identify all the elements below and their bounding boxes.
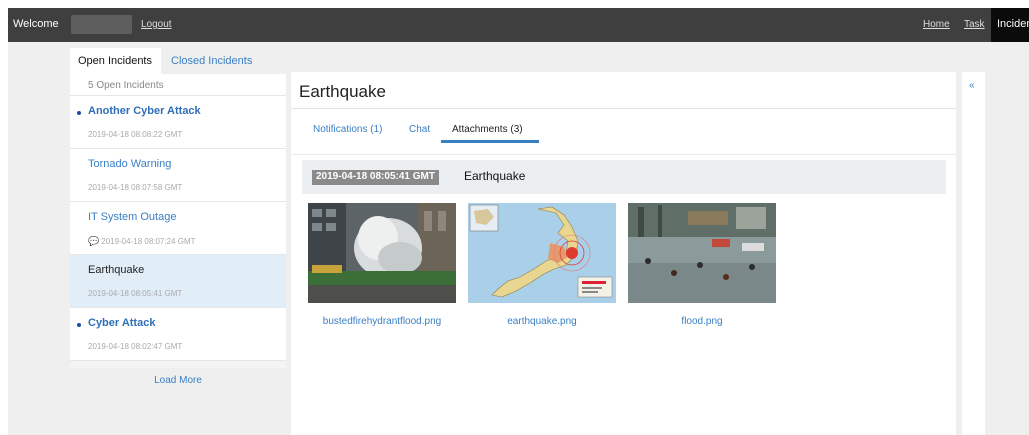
incident-timestamp: 2019-04-18 08:07:24 GMT [101,237,196,246]
incident-list-item[interactable]: Cyber Attack 2019-04-18 08:02:47 GMT [70,308,286,361]
tab-chat[interactable]: Chat [409,124,430,135]
incident-list-item[interactable]: Another Cyber Attack 2019-04-18 08:08:22… [70,96,286,149]
app-frame: Welcome Logout Home Task Incidents Open … [8,8,1029,435]
tab-closed-incidents[interactable]: Closed Incidents [163,48,260,74]
welcome-label: Welcome [13,18,59,30]
japan-map-image [468,203,616,303]
divider [291,108,956,109]
hydrant-flood-image [308,203,456,303]
incident-list-item[interactable]: Tornado Warning 2019-04-18 08:07:58 GMT [70,149,286,202]
chat-bubble-icon: 💬 [88,236,100,246]
logout-link[interactable]: Logout [141,19,172,30]
incident-list-item[interactable]: IT System Outage 💬 2019-04-18 08:07:24 GM… [70,202,286,255]
attachment-thumbnail-flood[interactable] [628,203,776,303]
incident-list-item-selected[interactable]: Earthquake 2019-04-18 08:05:41 GMT [70,255,286,308]
attachment-timestamp-badge: 2019-04-18 08:05:41 GMT [312,170,439,185]
incident-title: Another Cyber Attack [88,105,201,117]
load-more-link[interactable]: Load More [70,375,286,386]
attachment-link-earthquake[interactable]: earthquake.png [462,316,622,327]
right-side-panel: « [962,72,985,435]
incident-detail-panel: Earthquake Notifications (1) Chat Attach… [291,72,956,435]
attachment-group-header: 2019-04-18 08:05:41 GMT Earthquake [302,160,946,194]
user-name-box [71,15,132,34]
flood-street-image [628,203,776,303]
nav-task-link[interactable]: Task [964,19,985,30]
incident-title: Tornado Warning [88,158,172,170]
unread-dot-icon [77,111,81,115]
incident-timestamp: 2019-04-18 08:05:41 GMT [88,289,183,298]
attachment-link-hydrant[interactable]: bustedfirehydrantflood.png [302,316,462,327]
expand-panel-chevron-icon[interactable]: « [969,80,975,91]
nav-incidents-tab[interactable]: Incidents [991,8,1029,42]
incident-timestamp-row: 💬 2019-04-18 08:07:24 GMT [88,236,196,247]
attachment-group-title: Earthquake [464,169,526,183]
attachment-thumbnail-earthquake[interactable] [468,203,616,303]
incident-title: Cyber Attack [88,317,156,329]
incident-title: IT System Outage [88,211,177,223]
top-navigation-bar: Welcome Logout Home Task Incidents [8,8,1029,42]
tab-notifications[interactable]: Notifications (1) [313,124,382,135]
incident-timestamp: 2019-04-18 08:02:47 GMT [88,342,183,351]
incident-timestamp: 2019-04-18 08:08:22 GMT [88,130,183,139]
active-tab-indicator [441,140,539,143]
attachment-link-flood[interactable]: flood.png [622,316,782,327]
open-incidents-count: 5 Open Incidents [70,74,286,96]
nav-home-link[interactable]: Home [923,19,950,30]
incident-list: 5 Open Incidents Another Cyber Attack 20… [70,74,286,368]
incident-title: Earthquake [88,264,145,276]
tab-attachments[interactable]: Attachments (3) [452,124,523,135]
attachment-thumbnail-hydrant[interactable] [308,203,456,303]
incident-timestamp: 2019-04-18 08:07:58 GMT [88,183,183,192]
incident-detail-title: Earthquake [299,82,386,101]
divider [291,154,956,155]
unread-dot-icon [77,323,81,327]
tab-open-incidents[interactable]: Open Incidents [70,48,161,74]
detail-subtabs: Notifications (1) Chat Attachments (3) [291,124,956,144]
